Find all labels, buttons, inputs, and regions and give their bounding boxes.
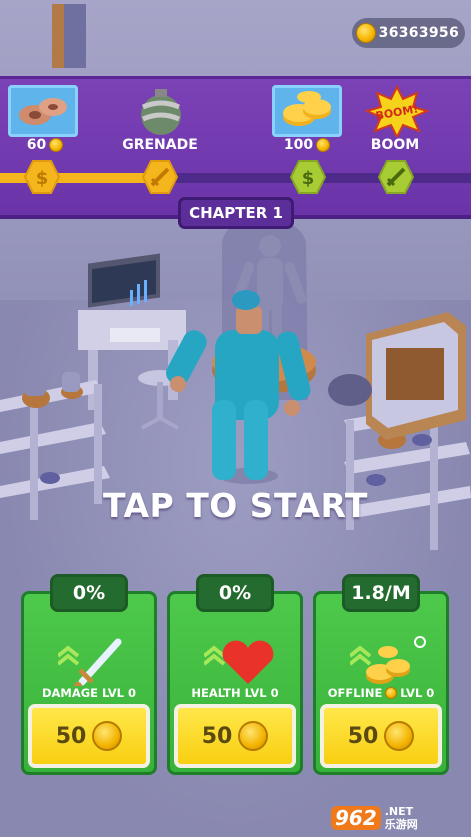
game-scene[interactable]: 36363956 60 GRENADE 100 BOOM! BOOM $ $ C…	[0, 0, 471, 837]
coin-icon	[384, 721, 415, 751]
weights-icon	[19, 98, 67, 125]
offline-label-post: LVL 0	[400, 686, 435, 700]
currency-display: 36363956	[351, 18, 465, 48]
coin-icon	[49, 138, 64, 152]
coin-stack-icon	[350, 636, 426, 684]
buy-health-button[interactable]: 50	[174, 704, 296, 768]
progress-fill	[0, 173, 151, 183]
reward-label-4: BOOM	[370, 137, 420, 153]
reward-label-3-text: 100	[283, 137, 314, 153]
reward-label-1-text: 60	[26, 137, 47, 153]
sword-hex-icon	[142, 160, 178, 194]
upgrade-card-damage[interactable]: 0% DAMAGE LVL 0 50	[21, 574, 157, 775]
dollar-hex-icon: $	[24, 160, 60, 194]
offline-value: 1.8/M	[342, 574, 420, 612]
buy-damage-button[interactable]: 50	[28, 704, 150, 768]
watermark-logo: 962	[331, 806, 381, 830]
coin-icon	[92, 721, 123, 751]
coin-icon	[385, 687, 398, 699]
svg-text:$: $	[36, 168, 49, 189]
grenade-icon	[141, 89, 181, 135]
health-value: 0%	[196, 574, 274, 612]
coin-icon	[355, 23, 376, 43]
coin-icon	[238, 721, 269, 751]
offline-label-pre: OFFLINE	[327, 686, 383, 700]
boom-icon: BOOM!	[365, 85, 429, 137]
damage-label: DAMAGE LVL 0	[41, 686, 137, 700]
damage-cost: 50	[55, 723, 87, 749]
reward-weights[interactable]	[8, 85, 78, 137]
currency-value: 36363956	[378, 25, 459, 41]
clock-icon	[414, 636, 426, 648]
site-watermark: 962 .NET 乐游网	[331, 801, 467, 835]
reward-coins[interactable]	[272, 85, 342, 137]
sword-hex-icon	[378, 160, 414, 194]
reward-label-1: 60	[0, 137, 90, 153]
upgrade-card-offline[interactable]: 1.8/M OFFLINE LVL 0 50	[313, 574, 449, 775]
damage-value: 0%	[50, 574, 128, 612]
buy-offline-button[interactable]: 50	[320, 704, 442, 768]
reward-boom[interactable]: BOOM!	[362, 85, 432, 137]
chapter-badge: CHAPTER 1	[178, 197, 294, 229]
offline-cost: 50	[347, 723, 379, 749]
reward-label-2: GRENADE	[122, 137, 198, 153]
heart-icon	[204, 640, 274, 684]
sword-icon	[58, 638, 122, 686]
coin-stack-icon	[283, 91, 331, 126]
dollar-hex-icon: $	[290, 160, 326, 194]
coin-icon	[316, 138, 331, 152]
reward-label-3: 100	[262, 137, 352, 153]
watermark-suffix: .NET	[384, 805, 414, 818]
upgrade-card-health[interactable]: 0% HEALTH LVL 0 50	[167, 574, 303, 775]
watermark-sub: 乐游网	[384, 818, 418, 831]
health-label: HEALTH LVL 0	[191, 686, 279, 700]
tap-to-start-prompt[interactable]: TAP TO START	[0, 486, 471, 525]
reward-grenade[interactable]	[124, 85, 194, 137]
svg-text:$: $	[302, 168, 315, 189]
health-cost: 50	[201, 723, 233, 749]
offline-label: OFFLINE LVL 0	[316, 686, 446, 700]
